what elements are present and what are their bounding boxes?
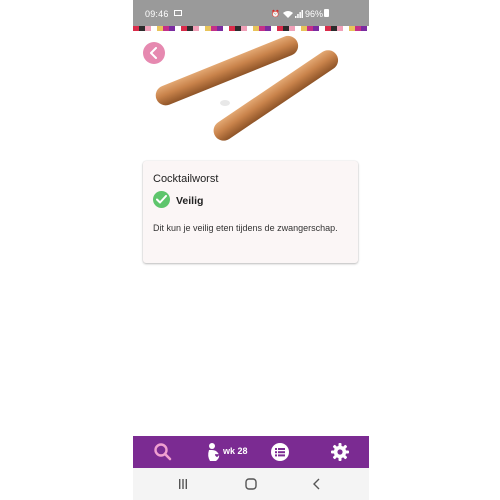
phone-screen: 09:46 ⏰ 96% Cocktailworst Veilig Dit kun… [133, 0, 369, 500]
recent-apps-button[interactable] [163, 468, 203, 500]
back-icon [313, 478, 320, 490]
pregnancy-icon [208, 443, 220, 461]
home-button[interactable] [231, 468, 271, 500]
food-image [133, 31, 369, 141]
system-back-button[interactable] [297, 468, 337, 500]
chevron-left-icon [150, 47, 157, 59]
safety-status: Veilig [176, 195, 204, 207]
status-time: 09:46 [145, 9, 169, 19]
food-safety-card: Cocktailworst Veilig Dit kun je veilig e… [143, 161, 358, 263]
recent-apps-icon [179, 479, 187, 489]
search-icon [154, 443, 172, 461]
alarm-icon: ⏰ [271, 11, 280, 18]
image-icon [174, 10, 182, 16]
battery-icon [324, 9, 329, 17]
food-name: Cocktailworst [153, 173, 219, 185]
settings-button[interactable] [330, 442, 350, 462]
search-button[interactable] [153, 442, 173, 462]
home-icon [245, 478, 257, 490]
status-bar: 09:46 ⏰ 96% [133, 0, 369, 26]
check-circle-icon [153, 191, 170, 208]
week-label: wk 28 [223, 446, 248, 456]
safety-description: Dit kun je veilig eten tijdens de zwange… [153, 223, 338, 233]
back-button[interactable] [143, 42, 165, 64]
gear-icon [331, 443, 349, 461]
system-navigation-bar [133, 468, 369, 500]
battery-percent: 96% [304, 9, 323, 19]
bottom-navigation: wk 28 [133, 436, 369, 468]
list-icon [271, 443, 289, 461]
signal-icon [295, 10, 303, 20]
list-button[interactable] [270, 442, 290, 462]
week-button[interactable]: wk 28 [206, 442, 254, 462]
wifi-icon [283, 10, 293, 20]
